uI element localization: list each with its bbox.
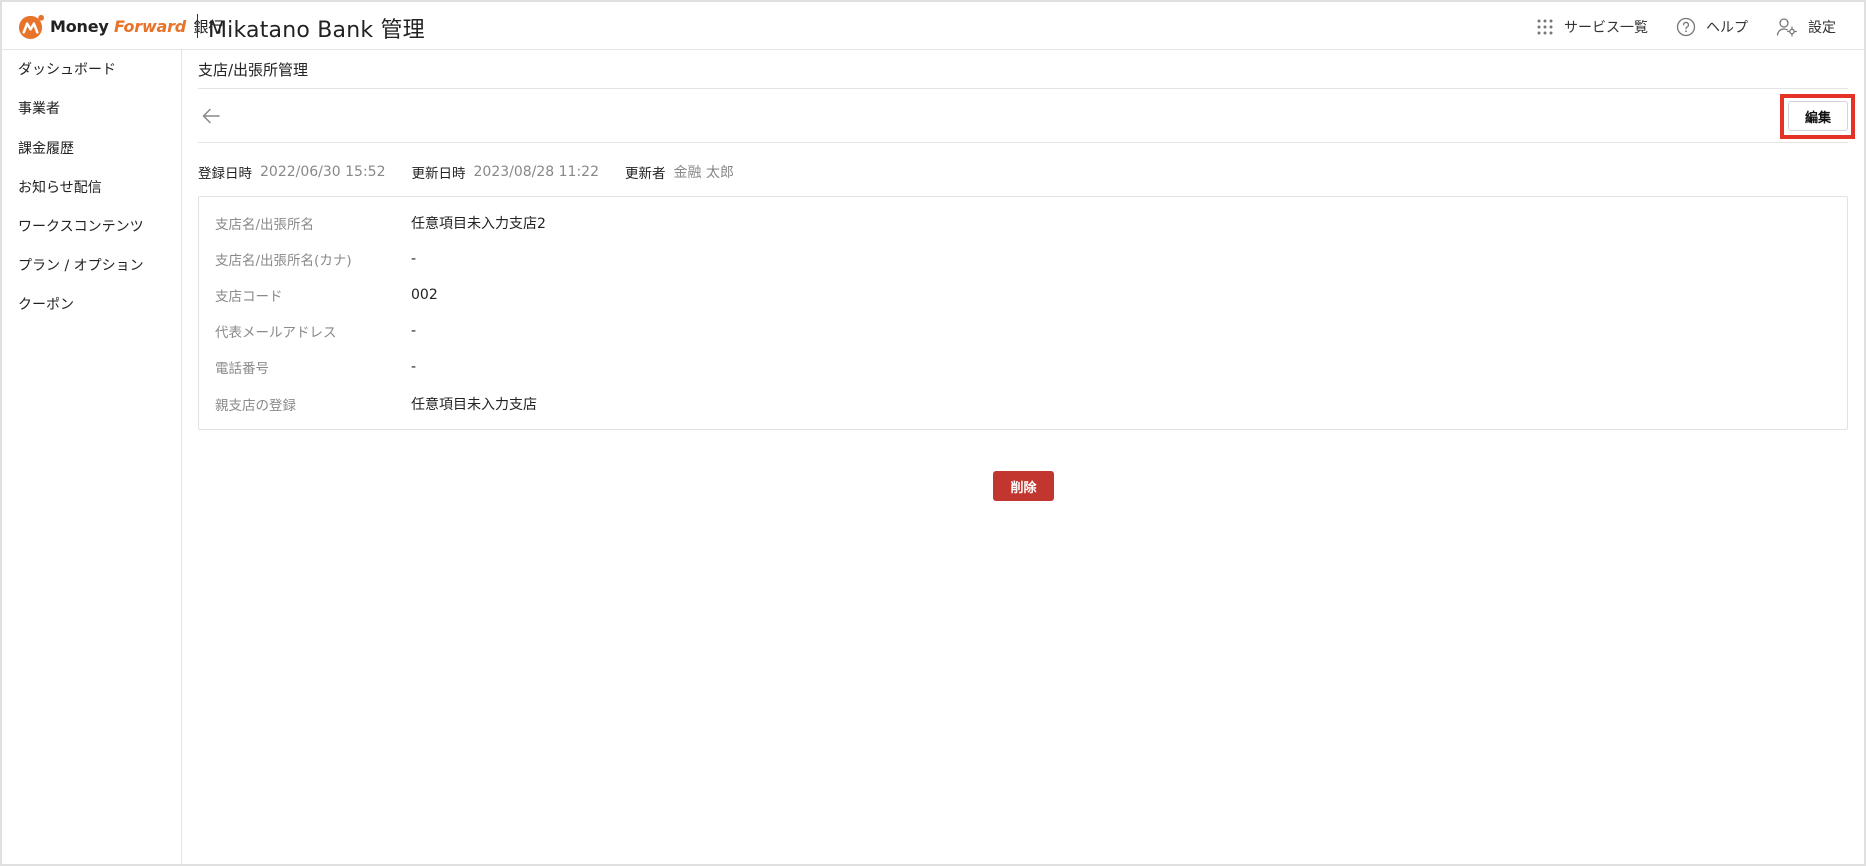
product-name: Mikatano Bank 管理	[208, 18, 425, 43]
detail-row: 電話番号 -	[215, 357, 416, 377]
back-arrow-icon[interactable]	[200, 105, 222, 127]
detail-label: 支店コード	[215, 289, 283, 305]
brand-divider	[197, 14, 198, 38]
updated-label: 更新日時	[411, 166, 466, 182]
sidebar-item-plan-options[interactable]: プラン / オプション	[18, 255, 144, 275]
app-frame	[0, 0, 1866, 866]
divider	[198, 142, 1848, 143]
money-forward-logo-icon	[18, 14, 45, 40]
sidebar-item-businesses[interactable]: 事業者	[18, 98, 60, 118]
divider	[198, 88, 1848, 89]
brand-money: Money	[50, 17, 109, 36]
detail-row: 支店名/出張所名(カナ) -	[215, 249, 416, 269]
header-nav: サービス一覧 ヘルプ 設定	[1536, 14, 1836, 40]
detail-value: 002	[411, 287, 438, 303]
nav-service-list[interactable]: サービス一覧	[1536, 17, 1648, 37]
sidebar-item-coupons[interactable]: クーポン	[18, 294, 74, 314]
detail-value: -	[411, 359, 417, 375]
detail-value: 任意項目未入力支店2	[411, 216, 546, 232]
created-value: 2022/06/30 15:52	[260, 164, 386, 180]
top-header: Money Forward 銀行 Mikatano Bank 管理 サービス一覧…	[2, 2, 1864, 50]
updater-value: 金融 太郎	[673, 165, 734, 181]
detail-label: 電話番号	[215, 361, 269, 377]
record-meta: 登録日時 2022/06/30 15:52 更新日時 2023/08/28 11…	[198, 162, 760, 182]
detail-label: 支店名/出張所名(カナ)	[215, 253, 352, 269]
delete-button[interactable]: 削除	[993, 471, 1054, 501]
nav-label: サービス一覧	[1564, 20, 1648, 36]
nav-label: 設定	[1808, 20, 1836, 36]
edit-button[interactable]: 編集	[1788, 101, 1848, 131]
detail-label: 支店名/出張所名	[215, 217, 315, 233]
updater-label: 更新者	[625, 166, 666, 182]
detail-value: -	[411, 323, 417, 339]
detail-row: 支店コード 002	[215, 285, 438, 305]
nav-label: ヘルプ	[1706, 20, 1748, 36]
sidebar-item-dashboard[interactable]: ダッシュボード	[18, 59, 116, 79]
brand-forward: Forward	[113, 17, 187, 36]
detail-row: 支店名/出張所名 任意項目未入力支店2	[215, 213, 546, 233]
detail-label: 代表メールアドレス	[215, 325, 337, 341]
user-gear-icon	[1776, 18, 1797, 37]
nav-help[interactable]: ヘルプ	[1676, 17, 1748, 37]
sidebar-item-notifications[interactable]: お知らせ配信	[18, 177, 102, 197]
sidebar: ダッシュボード 事業者 課金履歴 お知らせ配信 ワークスコンテンツ プラン / …	[2, 50, 182, 864]
detail-label: 親支店の登録	[215, 398, 296, 414]
created-label: 登録日時	[198, 166, 252, 182]
branch-detail-card: 支店名/出張所名 任意項目未入力支店2 支店名/出張所名(カナ) - 支店コード…	[198, 196, 1848, 430]
detail-value: 任意項目未入力支店	[411, 397, 537, 413]
nav-settings[interactable]: 設定	[1776, 17, 1836, 37]
sidebar-item-billing-history[interactable]: 課金履歴	[18, 138, 74, 158]
sidebar-item-works-contents[interactable]: ワークスコンテンツ	[18, 216, 144, 236]
page-title: 支店/出張所管理	[198, 61, 309, 79]
detail-row: 親支店の登録 任意項目未入力支店	[215, 394, 537, 414]
grid-icon	[1537, 19, 1553, 35]
updated-value: 2023/08/28 11:22	[473, 164, 600, 180]
detail-row: 代表メールアドレス -	[215, 321, 416, 341]
detail-value: -	[411, 251, 417, 267]
help-circle-icon	[1676, 17, 1696, 37]
